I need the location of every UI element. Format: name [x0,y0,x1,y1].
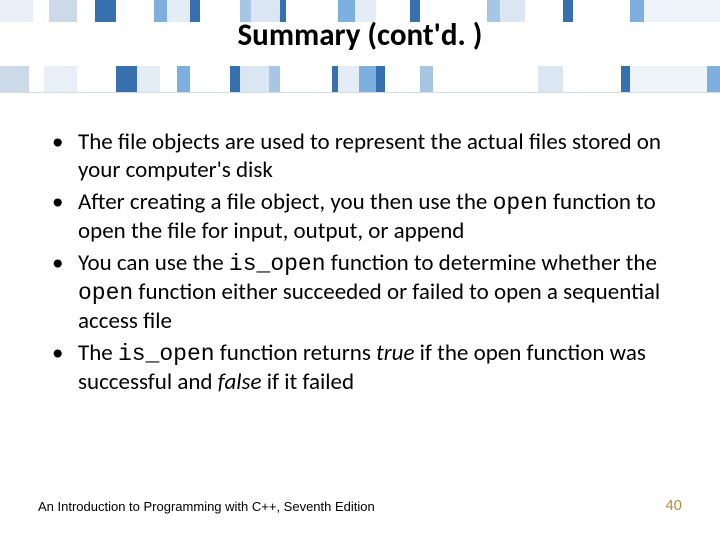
footer-text: An Introduction to Programming with C++,… [38,499,682,514]
bullet-list: The file objects are used to represent t… [48,128,668,396]
page-number: 40 [665,497,682,514]
slide-title: Summary (cont'd. ) [0,16,720,54]
bullet-item: You can use the is_open function to dete… [48,249,668,335]
slide-body: The file objects are used to represent t… [48,128,668,400]
decorative-bars-bottom [0,66,720,92]
bullet-item: After creating a file object, you then u… [48,188,668,245]
title-band: Summary (cont'd. ) [0,0,720,95]
slide: Summary (cont'd. ) The file objects are … [0,0,720,540]
bullet-item: The file objects are used to represent t… [48,128,668,184]
title-underline [0,92,720,93]
bullet-item: The is_open function returns true if the… [48,339,668,396]
